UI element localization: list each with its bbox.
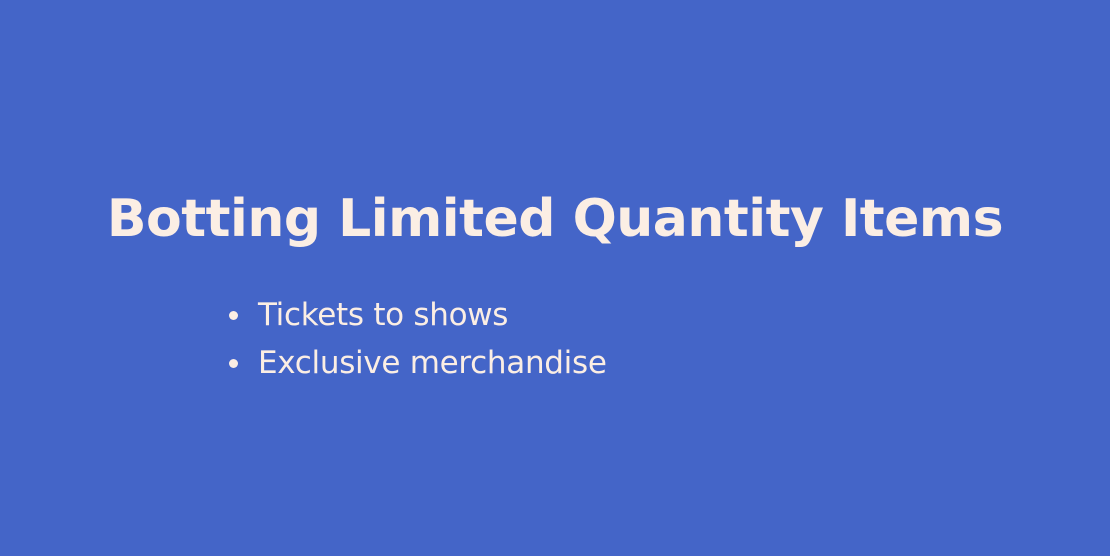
bullet-text: Exclusive merchandise [258,345,607,381]
bullet-list: Tickets to shows Exclusive merchandise [226,291,607,387]
bullet-item: Exclusive merchandise [226,339,607,387]
bullet-dot-icon [229,358,238,368]
bullet-item: Tickets to shows [226,291,607,339]
slide-title: Botting Limited Quantity Items [106,189,1004,249]
bullet-text: Tickets to shows [258,297,509,333]
bullet-dot-icon [229,310,238,320]
presentation-slide: Botting Limited Quantity Items Tickets t… [0,0,1110,556]
